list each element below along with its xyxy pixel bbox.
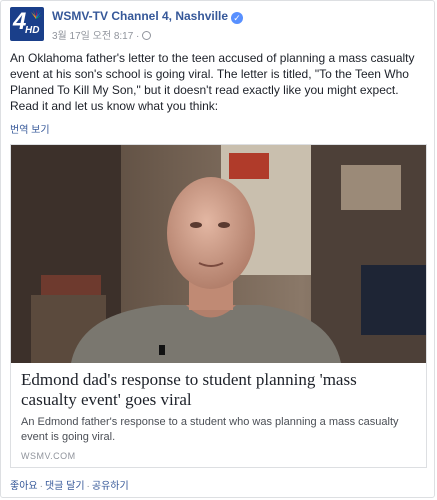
share-button[interactable]: 공유하기	[92, 481, 129, 492]
action-separator: ·	[86, 481, 90, 492]
verified-check-icon: ✓	[231, 12, 244, 24]
see-translation-link[interactable]: 번역 보기	[10, 121, 50, 136]
page-name-text[interactable]: WSMV-TV Channel 4, Nashville	[52, 9, 228, 23]
link-description: An Edmond father's response to a student…	[21, 416, 399, 443]
peacock-icon	[31, 9, 42, 19]
post-timestamp[interactable]: 3월 17일 오전 8:17 ·	[52, 31, 139, 42]
link-preview-card[interactable]: Edmond dad's response to student plannin…	[10, 144, 427, 468]
page-name-link[interactable]: WSMV-TV Channel 4, Nashville ✓	[52, 9, 244, 24]
comment-button[interactable]: 댓글 달기	[45, 481, 85, 492]
link-title[interactable]: Edmond dad's response to student plannin…	[21, 370, 416, 410]
action-separator: ·	[39, 481, 43, 492]
feed-post: 4 HD WSMV-TV Channel 4, Nashville ✓ 3월 17…	[0, 0, 435, 498]
logo-hd: HD	[25, 25, 40, 36]
globe-icon	[142, 31, 152, 40]
video-thumbnail-man	[11, 145, 426, 363]
post-text: An Oklahoma father's letter to the teen …	[10, 51, 415, 113]
post-header: 4 HD WSMV-TV Channel 4, Nashville ✓ 3월 17…	[10, 7, 430, 42]
link-domain: WSMV.COM	[21, 451, 76, 461]
post-actions: 좋아요 · 댓글 달기 · 공유하기	[10, 477, 129, 492]
post-meta: 3월 17일 오전 8:17 ·	[52, 27, 152, 42]
page-avatar[interactable]: 4 HD	[10, 7, 44, 41]
like-button[interactable]: 좋아요	[10, 481, 38, 492]
link-preview-image[interactable]	[11, 145, 426, 363]
